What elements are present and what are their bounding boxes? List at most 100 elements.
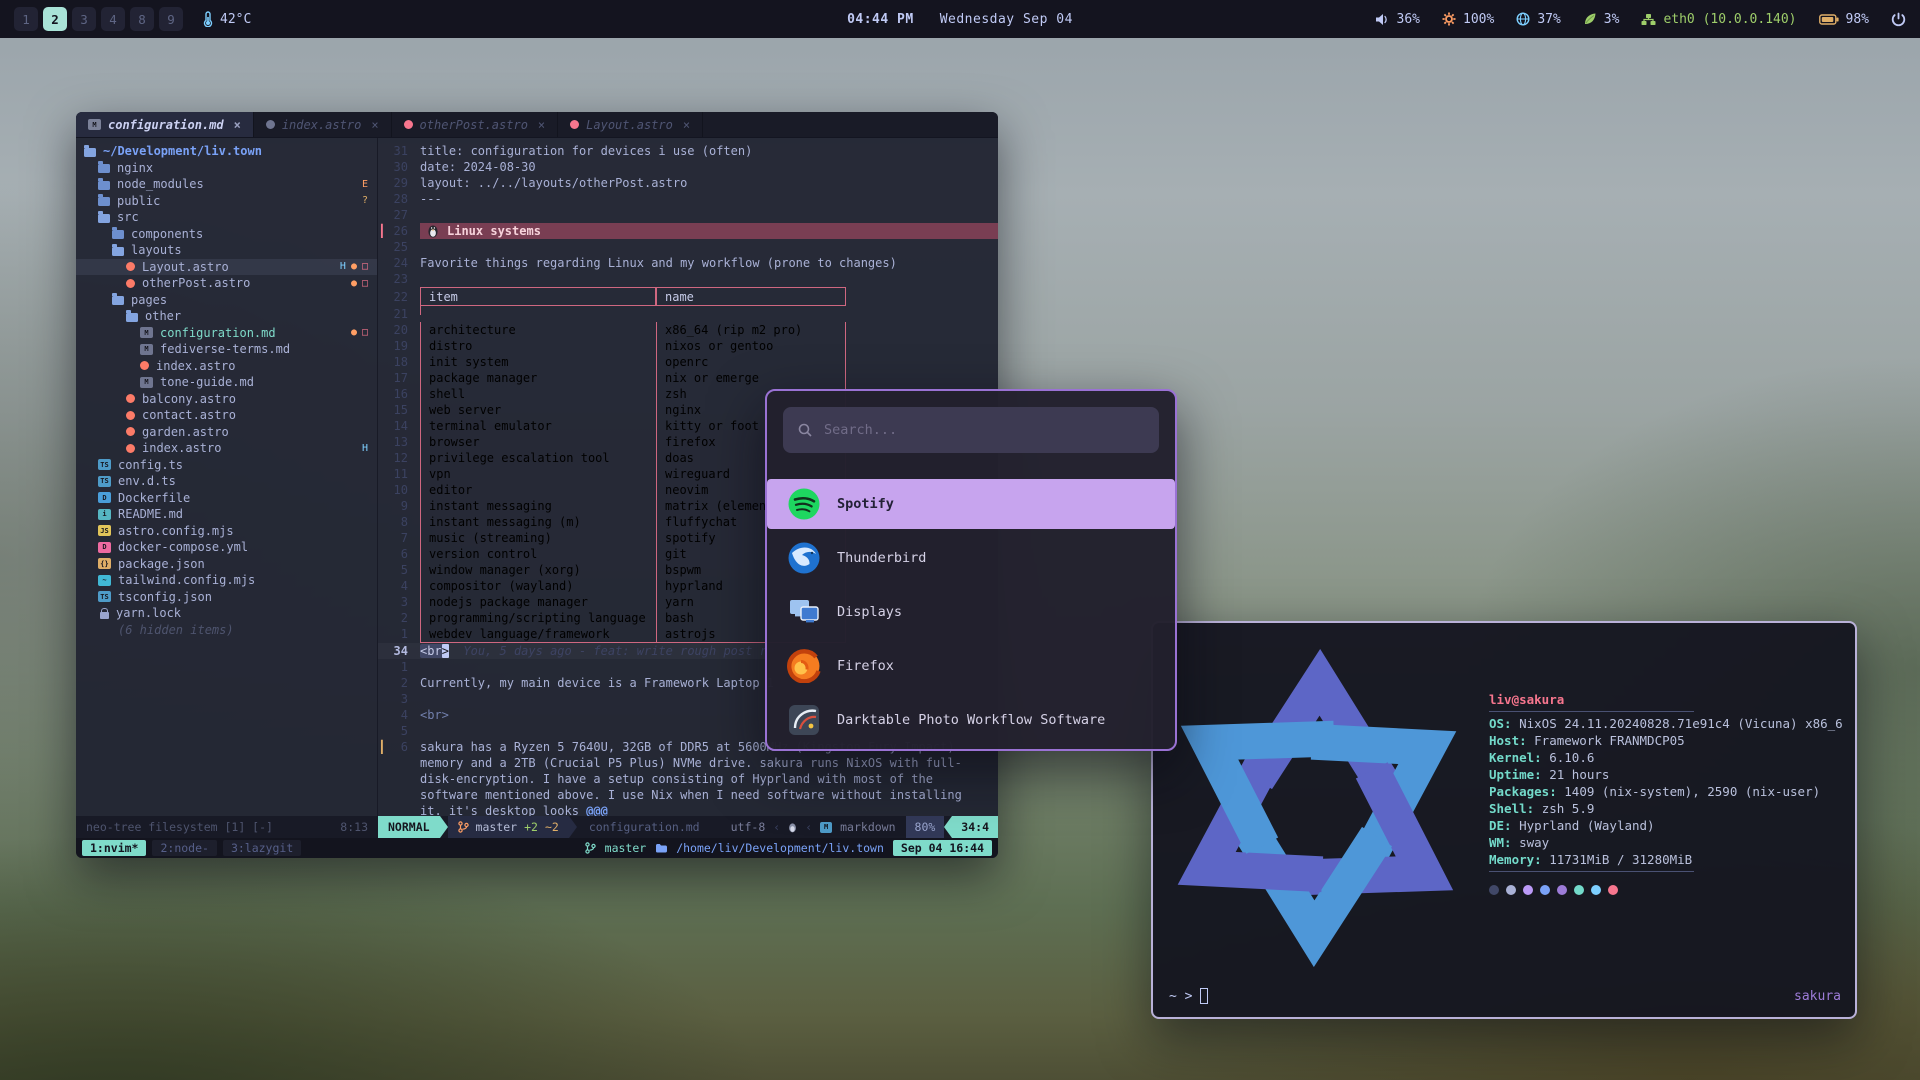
fetch-entry: Uptime: 21 hours (1489, 766, 1847, 783)
launcher-item[interactable]: Firefox (767, 641, 1175, 691)
working-directory: /home/liv/Development/liv.town (676, 841, 884, 855)
launcher-item[interactable]: Spotify (767, 479, 1175, 529)
disk-module[interactable]: 37% (1516, 12, 1560, 27)
tree-item[interactable]: {}package.json (76, 556, 377, 573)
markdown-file-icon: M (140, 377, 153, 388)
astro-file-icon (140, 361, 149, 370)
tree-item-label: fediverse-terms.md (160, 342, 290, 356)
power-button[interactable] (1891, 12, 1906, 27)
tree-item[interactable]: src (76, 209, 377, 226)
network-module[interactable]: eth0 (10.0.0.140) (1641, 12, 1796, 27)
editor-tab[interactable]: Mconfiguration.md× (76, 112, 254, 137)
tree-item[interactable]: balcony.astro (76, 391, 377, 408)
tree-item[interactable]: public? (76, 193, 377, 210)
fetch-entry: DE: Hyprland (Wayland) (1489, 817, 1847, 834)
gear-module[interactable]: 100% (1442, 12, 1494, 27)
tmux-window-nvim[interactable]: 1:nvim* (82, 840, 146, 856)
tree-item[interactable]: pages (76, 292, 377, 309)
tmux-window-lazygit[interactable]: 3:lazygit (223, 840, 301, 856)
folder-open-icon (112, 247, 124, 256)
cpu-module[interactable]: 3% (1583, 12, 1620, 27)
volume-module[interactable]: 36% (1375, 12, 1420, 27)
tree-item[interactable]: ~/Development/liv.town (76, 143, 377, 160)
battery-module[interactable]: 98% (1819, 12, 1869, 27)
editor-tab[interactable]: index.astro× (254, 112, 392, 137)
tree-item-label: node_modules (117, 177, 204, 191)
editor-tabline: Mconfiguration.md×index.astro×otherPost.… (76, 112, 998, 138)
status-bar: 123489 42°C 04:44 PM Wednesday Sep 04 36… (0, 0, 1920, 38)
tree-item[interactable]: otherPost.astro●□ (76, 275, 377, 292)
tree-item[interactable]: garden.astro (76, 424, 377, 441)
tree-item[interactable]: TStsconfig.json (76, 589, 377, 606)
table-row: 19distronixos or gentoo (378, 338, 998, 354)
fetch-label: OS: (1489, 716, 1519, 731)
editor-tab[interactable]: otherPost.astro× (392, 112, 559, 137)
fetch-entry: OS: NixOS 24.11.20240828.71e91c4 (Vicuna… (1489, 715, 1847, 732)
tree-item[interactable]: components (76, 226, 377, 243)
close-icon[interactable]: × (538, 118, 545, 132)
tree-item[interactable]: yarn.lock (76, 605, 377, 622)
git-blame-text: You, 5 days ago - feat: write rough post… (449, 644, 774, 658)
tree-item[interactable]: node_modulesE (76, 176, 377, 193)
tree-item[interactable]: contact.astro (76, 407, 377, 424)
close-icon[interactable]: × (234, 118, 241, 132)
tree-item[interactable]: Mtone-guide.md (76, 374, 377, 391)
tree-item[interactable]: Mconfiguration.md●□ (76, 325, 377, 342)
tree-item[interactable]: TSconfig.ts (76, 457, 377, 474)
workspace-button[interactable]: 3 (72, 7, 96, 31)
tree-item[interactable]: (6 hidden items) (76, 622, 377, 639)
shell-prompt[interactable]: ~ > (1169, 988, 1208, 1004)
tree-item-label: yarn.lock (116, 606, 181, 620)
file-tree[interactable]: ~/Development/liv.townnginxnode_modulesE… (76, 138, 378, 816)
tree-item[interactable]: index.astroH (76, 440, 377, 457)
astro-file-icon (126, 394, 135, 403)
volume-icon (1375, 13, 1390, 26)
terminal-window: liv@sakura OS: NixOS 24.11.20240828.71e9… (1151, 621, 1857, 1019)
file-type: markdown (840, 820, 895, 834)
tree-item[interactable]: JSastro.config.mjs (76, 523, 377, 540)
workspace-button[interactable]: 1 (14, 7, 38, 31)
tree-item-label: balcony.astro (142, 392, 236, 406)
temperature-module[interactable]: 42°C (203, 11, 251, 27)
astro-file-icon (126, 262, 135, 271)
launcher-item[interactable]: Darktable Photo Workflow Software (767, 695, 1175, 745)
workspace-button[interactable]: 4 (101, 7, 125, 31)
tree-item[interactable]: Layout.astroH●□ (76, 259, 377, 276)
tree-item[interactable]: other (76, 308, 377, 325)
workspace-button[interactable]: 8 (130, 7, 154, 31)
search-input[interactable] (824, 422, 1145, 438)
close-icon[interactable]: × (683, 118, 690, 132)
launcher-item[interactable]: Displays (767, 587, 1175, 637)
editor-line: 29layout: ../../layouts/otherPost.astro (378, 175, 998, 191)
tree-item[interactable]: TSenv.d.ts (76, 473, 377, 490)
markdown-icon: M (820, 822, 832, 833)
launcher-search[interactable] (783, 407, 1159, 453)
editor-line: 30date: 2024-08-30 (378, 159, 998, 175)
tree-item[interactable]: Ddocker-compose.yml (76, 539, 377, 556)
fetch-label: Packages: (1489, 784, 1564, 799)
git-changed: ~2 (545, 820, 559, 834)
tree-item[interactable]: ~tailwind.config.mjs (76, 572, 377, 589)
launcher-item[interactable]: Thunderbird (767, 533, 1175, 583)
powerline-separator (440, 816, 448, 838)
app-launcher: SpotifyThunderbirdDisplaysFirefoxDarktab… (765, 389, 1177, 751)
tree-item[interactable]: iREADME.md (76, 506, 377, 523)
tree-item[interactable]: DDockerfile (76, 490, 377, 507)
tree-item[interactable]: Mfediverse-terms.md (76, 341, 377, 358)
workspace-button[interactable]: 9 (159, 7, 183, 31)
truncation-marker: @@@ (586, 804, 608, 816)
tree-item[interactable]: index.astro (76, 358, 377, 375)
tree-item-label: package.json (118, 557, 205, 571)
tree-item[interactable]: nginx (76, 160, 377, 177)
workspace-button[interactable]: 2 (43, 7, 67, 31)
docker-file-icon: D (98, 492, 111, 503)
fetch-entry: Host: Framework FRANMDCP05 (1489, 732, 1847, 749)
editor-tab[interactable]: Layout.astro× (558, 112, 703, 137)
tree-item-label: configuration.md (160, 326, 276, 340)
clock[interactable]: 04:44 PM Wednesday Sep 04 (847, 12, 1073, 27)
tree-item-label: index.astro (156, 359, 235, 373)
close-icon[interactable]: × (371, 118, 378, 132)
tmux-window-node[interactable]: 2:node- (152, 840, 216, 856)
fetch-value: sway (1519, 835, 1549, 850)
tree-item[interactable]: layouts (76, 242, 377, 259)
